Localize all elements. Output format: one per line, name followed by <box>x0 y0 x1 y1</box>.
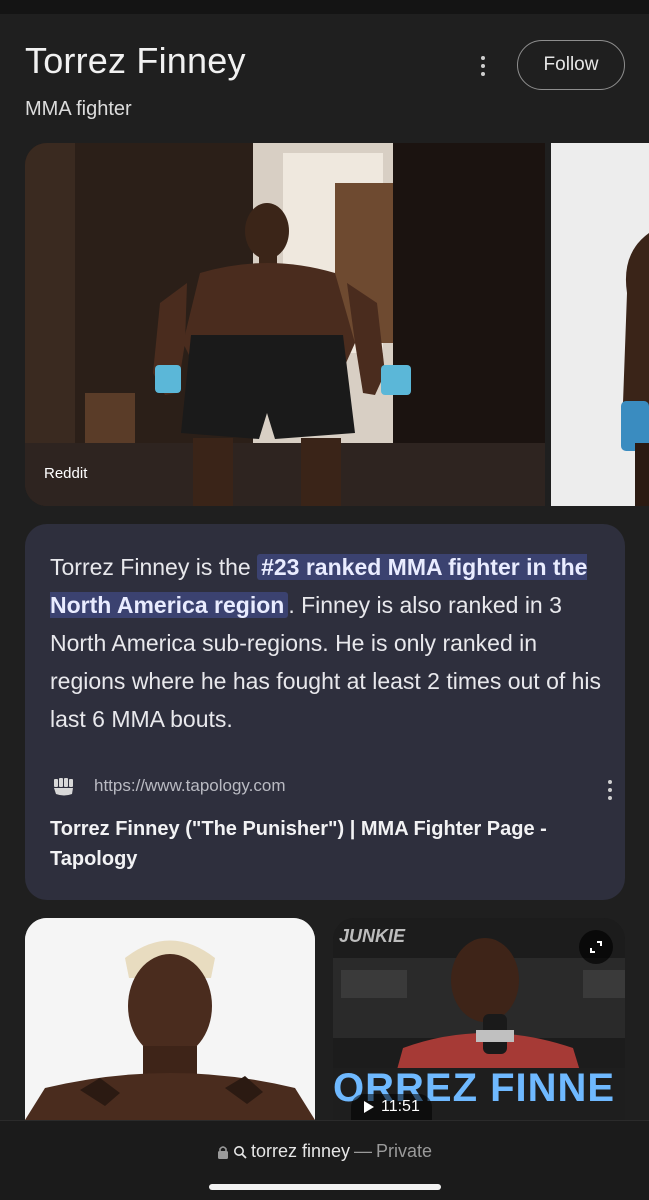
fighter-photo <box>25 143 545 506</box>
status-bar-strip <box>0 0 649 14</box>
snippet-text-before: Torrez Finney is the <box>50 554 258 580</box>
expand-icon[interactable] <box>579 930 613 964</box>
image-thumbnail[interactable] <box>25 918 315 1120</box>
video-thumbnail[interactable]: JUNKIE ORREZ FINNE 11:51 <box>333 918 625 1120</box>
source-title-link[interactable]: Torrez Finney ("The Punisher") | MMA Fig… <box>50 814 600 874</box>
search-icon <box>233 1145 247 1159</box>
address-separator: — <box>354 1141 372 1161</box>
play-icon <box>364 1101 374 1113</box>
fighter-photo-secondary <box>551 143 649 506</box>
lock-icon <box>217 1145 228 1159</box>
snippet-source-row[interactable]: https://www.tapology.com <box>50 774 612 800</box>
home-indicator[interactable] <box>209 1184 441 1190</box>
address-query[interactable]: torrez finney <box>251 1141 350 1162</box>
address-bar[interactable]: torrez finney — Private <box>0 1141 649 1162</box>
more-options-icon[interactable] <box>473 52 493 80</box>
entity-subtitle: MMA fighter <box>25 98 132 120</box>
video-duration: 11:51 <box>381 1098 420 1115</box>
fighter-portrait <box>25 918 315 1120</box>
video-brand-overlay: JUNKIE <box>339 926 406 946</box>
tapology-favicon-icon <box>54 778 73 796</box>
featured-snippet-card[interactable]: Torrez Finney is the #23 ranked MMA figh… <box>25 524 625 900</box>
image-source-label: Reddit <box>44 465 88 482</box>
image-carousel[interactable]: Reddit <box>25 143 649 506</box>
private-mode-label: Private <box>376 1141 433 1161</box>
browser-bottom-bar[interactable]: torrez finney — Private <box>0 1120 649 1200</box>
knowledge-panel-header: Torrez Finney MMA fighter Follow <box>25 40 625 130</box>
fighter-image-secondary[interactable] <box>551 143 649 506</box>
source-more-icon[interactable] <box>605 780 615 804</box>
snippet-text: Torrez Finney is the #23 ranked MMA figh… <box>50 548 610 738</box>
video-duration-badge: 11:51 <box>351 1094 432 1120</box>
source-url[interactable]: https://www.tapology.com <box>94 776 286 796</box>
fighter-image-main[interactable]: Reddit <box>25 143 545 506</box>
follow-button[interactable]: Follow <box>517 40 625 90</box>
entity-title: Torrez Finney <box>25 40 246 81</box>
